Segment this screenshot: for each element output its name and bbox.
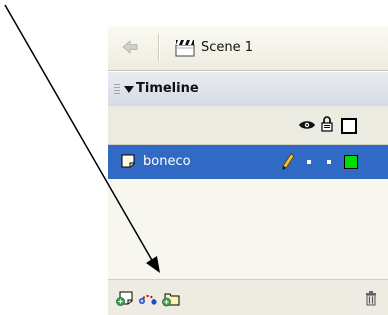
add-motion-guide-icon[interactable]: [138, 288, 158, 308]
scene-bar: Scene 1: [108, 26, 388, 71]
visibility-dot[interactable]: [307, 160, 311, 164]
back-arrow-icon[interactable]: [122, 39, 138, 55]
layer-row[interactable]: boneco: [108, 145, 388, 179]
timeline-header[interactable]: Timeline: [108, 71, 388, 107]
trash-icon[interactable]: [361, 288, 381, 308]
add-layer-icon[interactable]: [115, 288, 135, 308]
layer-outline-color[interactable]: [344, 155, 358, 169]
lock-dot[interactable]: [327, 160, 331, 164]
layer-name[interactable]: boneco: [143, 154, 191, 169]
flash-timeline-panel: Scene 1 Timeline boneco: [108, 26, 388, 315]
collapse-triangle-icon[interactable]: [124, 86, 134, 93]
add-folder-icon[interactable]: [161, 288, 181, 308]
outline-toggle-icon[interactable]: [341, 118, 357, 134]
panel-grip-handle[interactable]: [114, 84, 120, 96]
timeline-bottom-bar: [108, 279, 388, 315]
layer-header-row: [108, 106, 388, 145]
scene-label[interactable]: Scene 1: [201, 40, 253, 55]
scene-clapperboard-icon: [175, 40, 195, 57]
eye-icon[interactable]: [298, 119, 316, 131]
timeline-title: Timeline: [136, 81, 199, 96]
empty-layers-area: [108, 179, 388, 279]
pencil-icon: [282, 153, 295, 170]
layer-page-icon: [121, 154, 135, 168]
lock-icon[interactable]: [321, 116, 333, 132]
scene-separator: [158, 34, 160, 62]
